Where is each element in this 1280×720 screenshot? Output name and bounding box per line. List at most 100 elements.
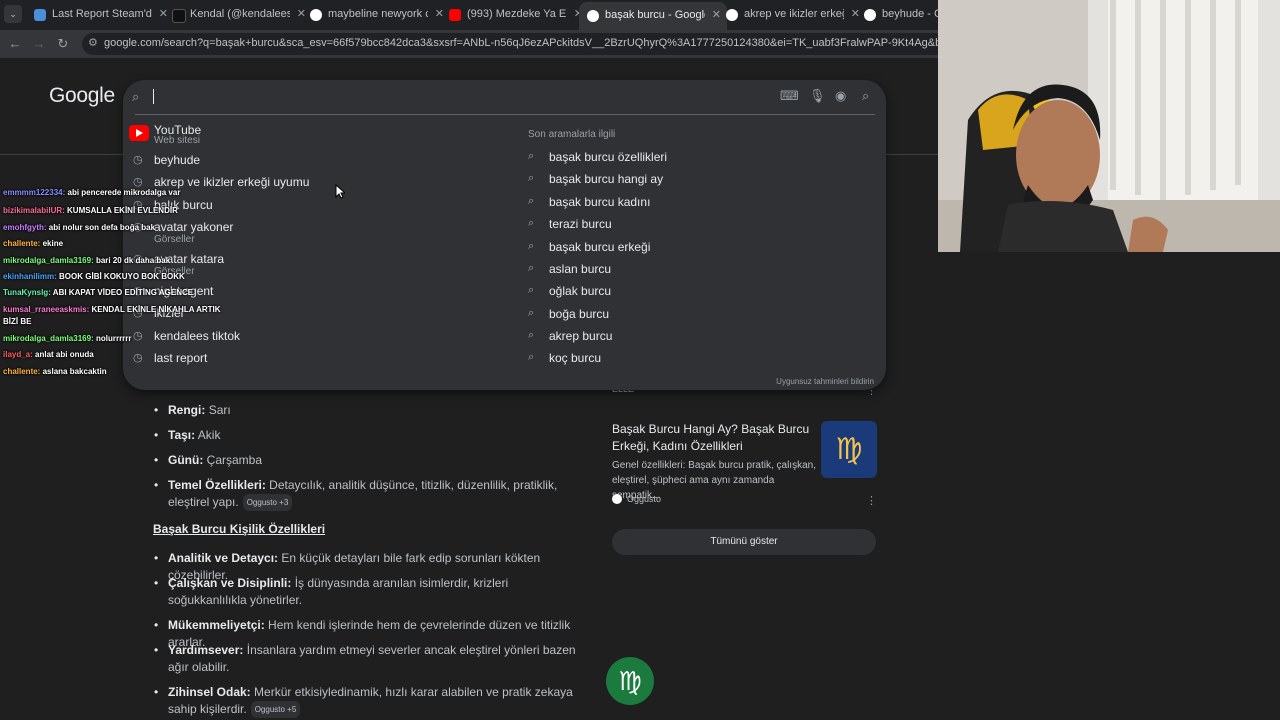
history-suggestion[interactable]: ◷ avatar katara Görseller — [131, 250, 511, 280]
chat-text: ekine — [42, 239, 64, 248]
chat-text: ABI KAPAT VİDEO EDİTİNG AGENCE — [52, 288, 194, 297]
related-suggestion[interactable]: ⌕ başak burcu erkeği — [528, 238, 868, 258]
show-all-button[interactable]: Tümünü göster — [612, 529, 876, 555]
chat-message: TunaKynslg: ABI KAPAT VİDEO EDİTİNG AGEN… — [3, 288, 193, 297]
related-suggestion[interactable]: ⌕ başak burcu hangi ay — [528, 170, 868, 190]
chat-text: BİZİ BE — [3, 317, 32, 326]
suggestion-text: beyhude — [154, 153, 201, 167]
chat-user: emohfgyth: — [3, 223, 47, 232]
site-info-icon[interactable]: ⚙ — [88, 36, 98, 49]
source-chip[interactable]: Oggusto +5 — [250, 701, 301, 718]
tab-title: başak burcu - Google'da A — [605, 9, 705, 21]
tab-4-active[interactable]: başak burcu - Google'da A ✕ — [579, 2, 727, 30]
related-suggestion[interactable]: ⌕ akrep burcu — [528, 327, 868, 347]
chat-text: nolurrrrrr — [95, 334, 132, 343]
lens-camera-icon[interactable]: ◉ — [835, 88, 846, 104]
forward-button[interactable]: → — [30, 35, 48, 53]
history-suggestion[interactable]: ◷ beyhude — [131, 151, 511, 171]
attr-label: Rengi: — [168, 403, 206, 417]
tab-6[interactable]: beyhude - Goog — [856, 4, 938, 26]
virgo-thumbnail-image[interactable]: ♍ — [821, 421, 877, 478]
virgo-badge-icon[interactable]: ♍ — [606, 657, 654, 705]
history-suggestion[interactable]: ◷ kendalees tiktok — [131, 327, 511, 347]
related-suggestion[interactable]: ⌕ başak burcu özellikleri — [528, 148, 868, 168]
related-suggestion[interactable]: ⌕ terazi burcu — [528, 215, 868, 235]
tiktok-favicon-icon — [172, 9, 186, 23]
chat-user: kumsal_rraneeaskmis: — [3, 305, 90, 314]
microphone-icon[interactable]: 🎙 — [809, 88, 826, 104]
chat-user: bizikimalabilUR: — [3, 206, 65, 215]
related-suggestion[interactable]: ⌕ boğa burcu — [528, 305, 868, 325]
chat-text: abi nolur son defa boğa bak — [48, 223, 156, 232]
chat-user: challente: — [3, 239, 41, 248]
trait-item: Çalışkan ve Disiplinli: İş dünyasında ar… — [154, 575, 578, 609]
reload-button[interactable]: ↻ — [54, 35, 72, 53]
tab-title: maybeline newyork c36 - — [328, 8, 428, 20]
history-suggestion[interactable]: ◷ avatar yakoner Görseller — [131, 218, 511, 248]
chat-text: aslana bakcaktin — [42, 367, 107, 376]
attr-item: Taşı: Akik — [154, 427, 578, 444]
suggestion-text: başak burcu özellikleri — [549, 150, 668, 164]
suggestion-text: last report — [154, 351, 208, 365]
history-suggestion[interactable]: ◷ balık burcu — [131, 196, 511, 216]
google-favicon-icon — [864, 9, 876, 21]
section-heading[interactable]: Başak Burcu Kişilik Özellikleri — [153, 522, 325, 536]
tab-2[interactable]: maybeline newyork c36 - ✕ — [302, 4, 450, 26]
trait-label: Analitik ve Detaycı: — [168, 551, 279, 565]
tab-3[interactable]: (993) Mezdeke Ya El Yelli ✕ — [441, 4, 589, 26]
oggusto-favicon-icon — [612, 494, 622, 504]
google-logo[interactable]: Google — [49, 84, 115, 108]
mouse-cursor-icon — [335, 184, 345, 199]
chat-user: ekinhanilimm: — [3, 272, 57, 281]
tab-search-button[interactable]: ⌄ — [4, 5, 22, 23]
text-caret — [153, 89, 154, 104]
steam-favicon-icon — [34, 9, 46, 21]
search-submit-icon[interactable]: ⌕ — [862, 88, 869, 104]
webcam-feed-image — [938, 0, 1280, 252]
suggestion-text: başak burcu hangi ay — [549, 172, 664, 186]
chat-user: challente: — [3, 367, 41, 376]
related-suggestion[interactable]: ⌕ koç burcu — [528, 349, 868, 369]
trait-label: Çalışkan ve Disiplinli: — [168, 576, 292, 590]
webcam-overlay — [938, 0, 1280, 252]
tab-1[interactable]: Kendal (@kendalees) | Tik ✕ — [164, 4, 312, 26]
suggestion-text: koç burcu — [549, 351, 602, 365]
tab-title: (993) Mezdeke Ya El Yelli — [467, 8, 567, 20]
search-icon: ⌕ — [528, 284, 535, 296]
suggestion-text: akrep burcu — [549, 329, 613, 343]
source-chip[interactable]: Oggusto +3 — [242, 494, 293, 511]
tab-5[interactable]: akrep ve ikizler erkeği uy ✕ — [718, 4, 866, 26]
chat-text: abi pencerede mikrodalga var — [67, 188, 181, 197]
related-suggestion[interactable]: ⌕ başak burcu kadını — [528, 193, 868, 213]
chat-message: ilayd_a: anlat abi onuda — [3, 350, 94, 359]
suggestion-text: terazi burcu — [549, 217, 612, 231]
search-icon: ⌕ — [528, 329, 535, 341]
tab-title: Last Report Steam'de %3! — [52, 8, 152, 20]
tab-0[interactable]: Last Report Steam'de %3! ✕ — [26, 4, 174, 26]
related-suggestion[interactable]: ⌕ oğlak burcu — [528, 282, 868, 302]
suggestion-youtube[interactable]: YouTube Web sitesi — [131, 121, 511, 146]
card-source[interactable]: Oggusto — [612, 494, 661, 504]
keyboard-icon[interactable]: ⌨ — [780, 88, 799, 104]
search-box[interactable]: ⌕ ⌨ 🎙 ◉ ⌕ — [123, 80, 886, 114]
history-suggestion[interactable]: ◷ last report — [131, 349, 511, 369]
tab-title: akrep ve ikizler erkeği uy — [744, 8, 844, 20]
chat-message: emohfgyth: abi nolur son defa boğa bak — [3, 223, 155, 232]
chat-text: bari 20 dk daha bak — [95, 256, 171, 265]
history-suggestion[interactable]: ◷ akrep ve ikizler erkeği uyumu — [131, 173, 511, 193]
chat-message: challente: aslana bakcaktin — [3, 367, 107, 376]
google-favicon-icon — [310, 9, 322, 21]
tab-title: beyhude - Goog — [882, 8, 938, 20]
related-suggestion[interactable]: ⌕ aslan burcu — [528, 260, 868, 280]
address-bar[interactable]: ⚙ google.com/search?q=başak+burcu&sca_es… — [82, 33, 938, 55]
back-button[interactable]: ← — [6, 35, 24, 53]
report-predictions-link[interactable]: Uygunsuz tahminleri bildirin — [776, 377, 874, 386]
attr-value: Akik — [197, 428, 221, 442]
chat-message: challente: ekine — [3, 239, 63, 248]
suggestion-subtext: Web sitesi — [154, 135, 200, 146]
virgo-symbol-icon: ♍ — [835, 433, 863, 466]
google-favicon-icon — [587, 10, 599, 22]
more-options-icon[interactable]: ⋮ — [866, 494, 877, 507]
tab-title: Kendal (@kendalees) | Tik — [190, 8, 290, 20]
card-title[interactable]: Başak Burcu Hangi Ay? Başak Burcu Erkeği… — [612, 421, 812, 455]
